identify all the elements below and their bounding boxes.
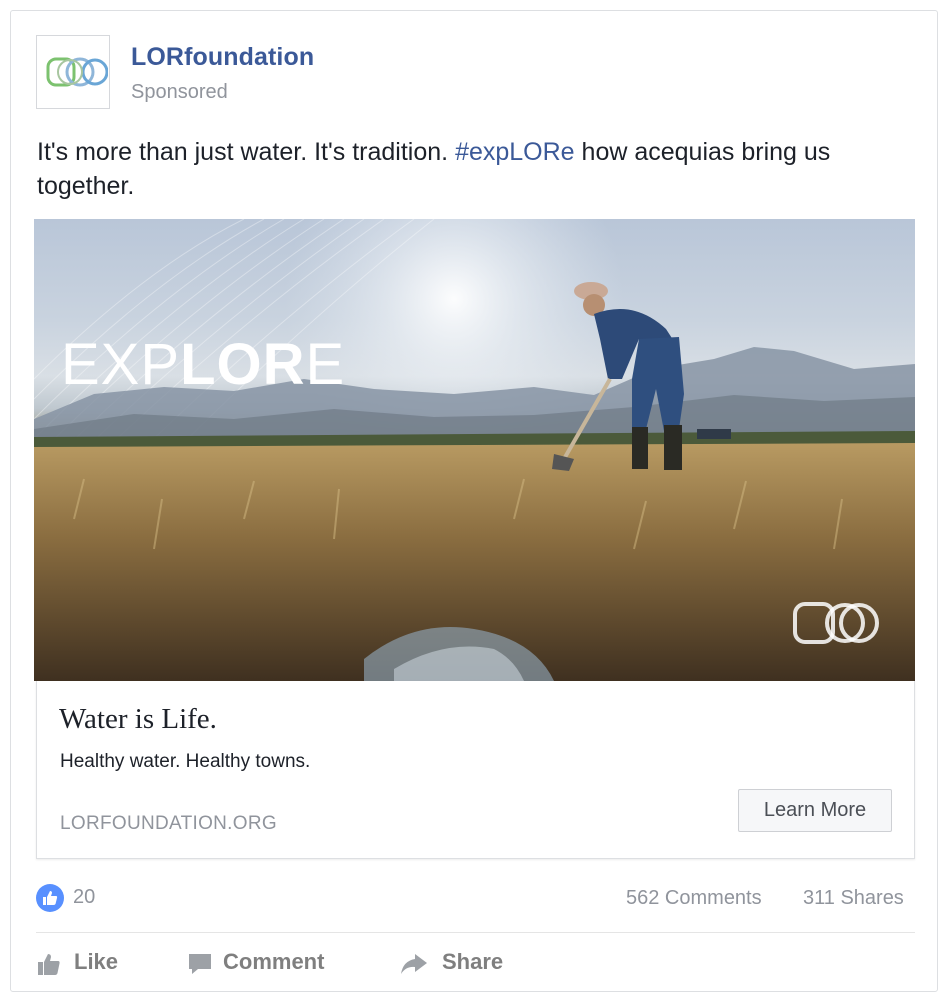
share-arrow-icon — [401, 954, 427, 974]
explore-part2: LOR — [180, 332, 306, 397]
link-domain: LORFOUNDATION.ORG — [60, 813, 277, 834]
like-count: 20 — [73, 886, 96, 908]
landscape-photo — [34, 219, 915, 681]
link-description: Healthy water. Healthy towns. — [60, 751, 311, 772]
like-label: Like — [74, 949, 119, 974]
link-preview-card[interactable]: Water is Life. Healthy water. Healthy to… — [36, 681, 915, 859]
post-text: It's more than just water. It's traditio… — [37, 135, 917, 203]
explore-part1: EXP — [61, 332, 181, 397]
learn-more-button[interactable]: Learn More — [738, 789, 892, 832]
link-title[interactable]: Water is Life. — [59, 703, 217, 736]
sponsored-label: Sponsored — [131, 81, 228, 103]
like-badge-icon — [36, 884, 64, 912]
comment-label: Comment — [223, 949, 325, 974]
page-avatar[interactable] — [36, 35, 110, 109]
page-name-link[interactable]: LORfoundation — [131, 43, 314, 72]
thumbs-up-icon — [38, 954, 60, 975]
shares-count-link[interactable]: 311 Shares — [803, 887, 904, 910]
explore-part3: E — [305, 332, 346, 397]
share-label: Share — [442, 949, 504, 974]
share-button[interactable]: Share — [399, 947, 529, 981]
comment-button[interactable]: Comment — [187, 947, 357, 981]
comment-icon — [189, 954, 211, 974]
post-hero-image[interactable]: EXPLORE — [34, 219, 915, 681]
comments-count-link[interactable]: 562 Comments — [626, 887, 762, 910]
actions-divider — [36, 932, 915, 933]
like-button[interactable]: Like — [36, 947, 136, 981]
lor-logo-watermark-icon — [793, 602, 879, 644]
hashtag-link[interactable]: #expLORe — [455, 138, 575, 166]
post-text-main: It's more than just water. It's traditio… — [37, 138, 456, 166]
lor-logo-icon — [46, 57, 108, 87]
explore-wordmark: EXPLORE — [61, 331, 345, 398]
sponsored-post-card: LORfoundation Sponsored It's more than j… — [10, 10, 938, 992]
